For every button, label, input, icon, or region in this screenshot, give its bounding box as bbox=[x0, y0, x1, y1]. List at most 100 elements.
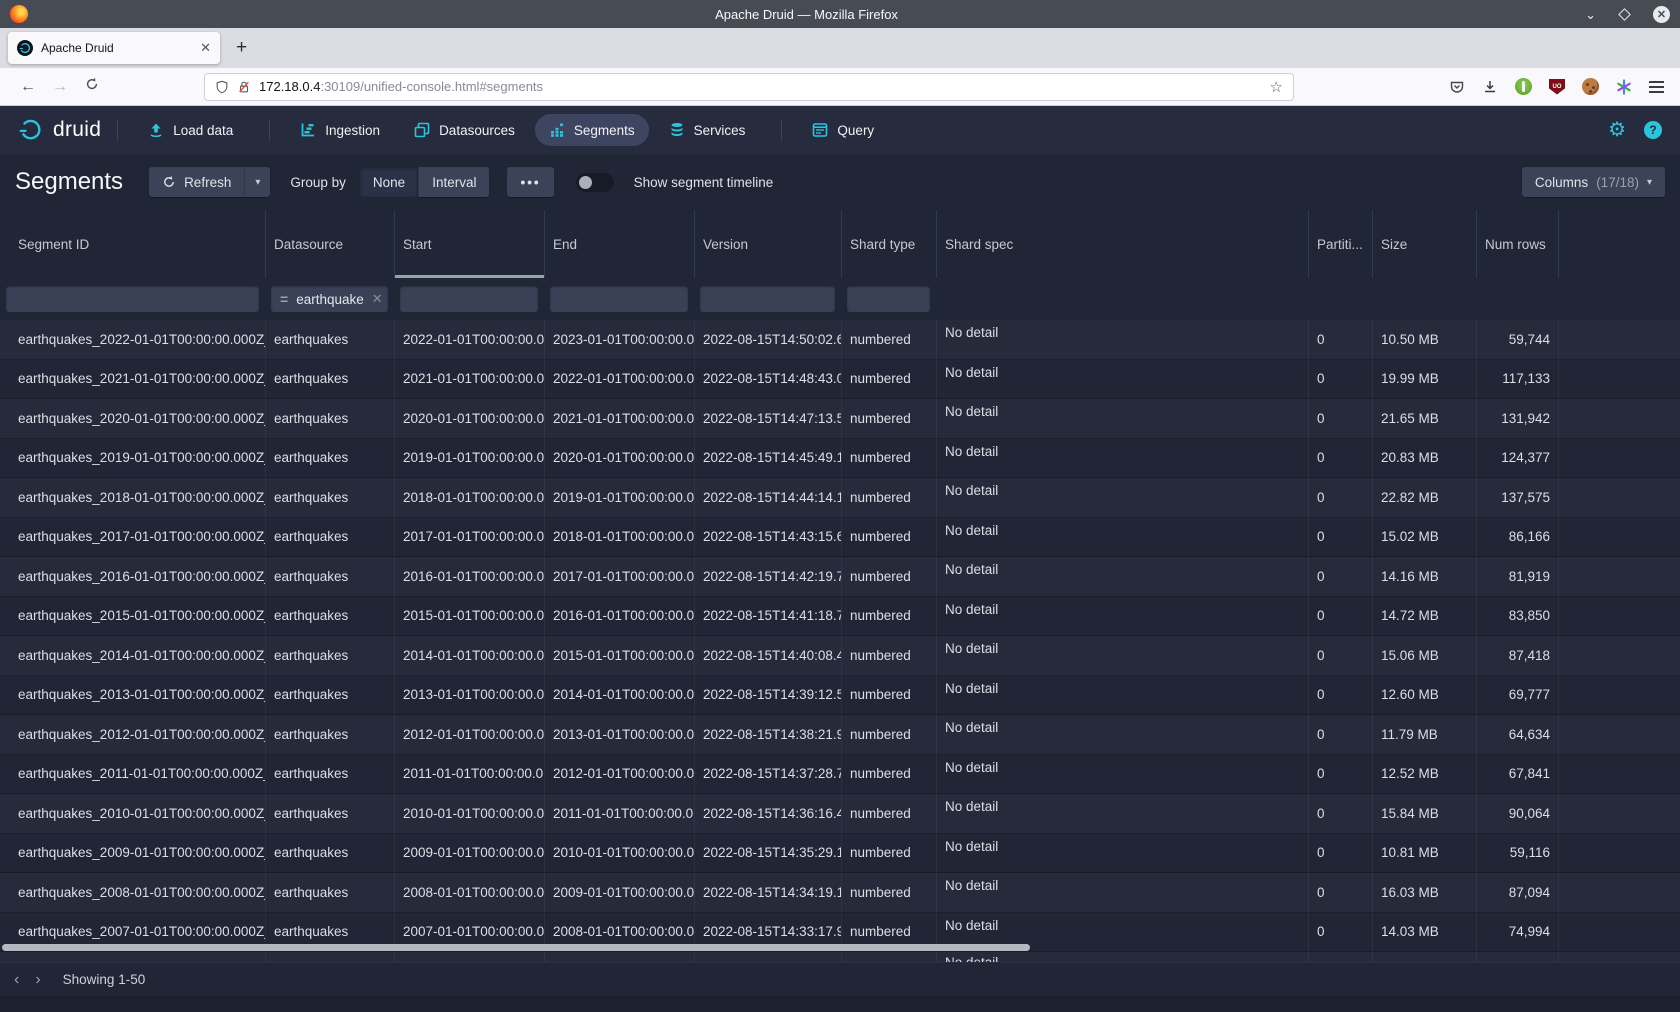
cell-shard-type: numbered bbox=[841, 636, 936, 675]
help-icon[interactable]: ? bbox=[1644, 121, 1662, 139]
column-header-size[interactable]: Size bbox=[1372, 210, 1476, 278]
toggle-knob bbox=[579, 176, 592, 189]
cell-size bbox=[1372, 952, 1476, 962]
pocket-icon[interactable] bbox=[1449, 79, 1465, 95]
cell-shard-spec: No detail bbox=[936, 518, 1308, 557]
settings-gear-icon[interactable]: ⚙ bbox=[1608, 120, 1626, 140]
nav-item-load-data[interactable]: Load data bbox=[134, 114, 247, 146]
column-header-datasource[interactable]: Datasource bbox=[265, 210, 394, 278]
column-header-end[interactable]: End bbox=[544, 210, 694, 278]
group-by-label: Group by bbox=[290, 175, 346, 190]
back-button[interactable]: ← bbox=[12, 78, 44, 96]
table-row[interactable]: earthquakes_2015-01-01T00:00:00.000Z_2..… bbox=[0, 597, 1680, 637]
cell-segment-id: earthquakes_2014-01-01T00:00:00.000Z_2..… bbox=[0, 636, 265, 675]
window-maximize-icon[interactable] bbox=[1618, 8, 1631, 21]
cell-end bbox=[544, 952, 694, 962]
nav-item-segments[interactable]: Segments bbox=[535, 114, 649, 146]
cell-shard-type: numbered bbox=[841, 755, 936, 794]
downloads-icon[interactable] bbox=[1482, 79, 1498, 95]
table-row[interactable]: earthquakes_2013-01-01T00:00:00.000Z_2..… bbox=[0, 676, 1680, 716]
column-header-segment-id[interactable]: Segment ID bbox=[0, 210, 265, 278]
remove-filter-icon[interactable]: ✕ bbox=[372, 291, 383, 307]
table-row[interactable]: earthquakes_2017-01-01T00:00:00.000Z_2..… bbox=[0, 518, 1680, 558]
column-header-start[interactable]: Start bbox=[394, 210, 544, 278]
window-minimize-icon[interactable]: ⌄ bbox=[1585, 8, 1596, 21]
window-bottom-strip bbox=[0, 996, 1680, 1012]
datasource-filter-tag[interactable]: = earthquake ✕ bbox=[271, 286, 388, 312]
group-by-none-button[interactable]: None bbox=[360, 167, 418, 197]
cell-shard-spec: No detail bbox=[936, 794, 1308, 833]
table-body: earthquakes_2022-01-01T00:00:00.000Z_2..… bbox=[0, 320, 1680, 952]
nav-item-query[interactable]: Query bbox=[798, 114, 888, 146]
nav-item-ingestion[interactable]: Ingestion bbox=[286, 114, 394, 146]
table-row[interactable]: earthquakes_2009-01-01T00:00:00.000Z_2..… bbox=[0, 834, 1680, 874]
colorful-extension-icon[interactable] bbox=[1616, 79, 1632, 95]
table-row[interactable]: earthquakes_2016-01-01T00:00:00.000Z_2..… bbox=[0, 557, 1680, 597]
menu-icon[interactable] bbox=[1649, 81, 1664, 93]
nav-item-datasources[interactable]: Datasources bbox=[400, 114, 529, 146]
cell-shard-type: numbered bbox=[841, 518, 936, 557]
refresh-dropdown-button[interactable]: ▾ bbox=[244, 167, 270, 197]
column-header-version[interactable]: Version bbox=[694, 210, 841, 278]
refresh-button[interactable]: Refresh bbox=[149, 167, 244, 197]
table-row[interactable]: earthquakes_2022-01-01T00:00:00.000Z_2..… bbox=[0, 320, 1680, 360]
table-row[interactable]: earthquakes_2008-01-01T00:00:00.000Z_2..… bbox=[0, 873, 1680, 913]
tracking-shield-icon[interactable] bbox=[215, 80, 229, 94]
url-bar[interactable]: 172.18.0.4:30109/unified-console.html#se… bbox=[204, 73, 1294, 101]
reload-button[interactable] bbox=[76, 77, 108, 96]
cell-shard-type: numbered bbox=[841, 557, 936, 596]
table-row[interactable]: earthquakes_2020-01-01T00:00:00.000Z_2..… bbox=[0, 399, 1680, 439]
group-by-interval-button[interactable]: Interval bbox=[418, 167, 489, 197]
cell-datasource: earthquakes bbox=[265, 478, 394, 517]
druid-brand[interactable]: druid bbox=[18, 117, 101, 143]
cell-version: 2022-08-15T14:42:19.7... bbox=[694, 557, 841, 596]
new-tab-button[interactable]: + bbox=[230, 37, 253, 59]
cell-partition: 0 bbox=[1308, 913, 1372, 952]
more-options-button[interactable]: ••• bbox=[507, 167, 553, 197]
segment-id-filter-input[interactable] bbox=[6, 286, 259, 312]
table-row[interactable]: earthquakes_2021-01-01T00:00:00.000Z_2..… bbox=[0, 360, 1680, 400]
table-row[interactable]: earthquakes_2019-01-01T00:00:00.000Z_2..… bbox=[0, 439, 1680, 479]
table-row[interactable]: earthquakes_2018-01-01T00:00:00.000Z_2..… bbox=[0, 478, 1680, 518]
segment-timeline-toggle[interactable] bbox=[576, 173, 614, 192]
table-row[interactable]: earthquakes_2014-01-01T00:00:00.000Z_2..… bbox=[0, 636, 1680, 676]
insecure-lock-icon[interactable] bbox=[237, 80, 251, 94]
druid-logo-icon bbox=[18, 117, 44, 143]
cell-partition bbox=[1308, 952, 1372, 962]
bookmark-star-icon[interactable]: ☆ bbox=[1270, 78, 1283, 96]
window-close-icon[interactable]: ✕ bbox=[1653, 6, 1670, 23]
column-header-shard-spec[interactable]: Shard spec bbox=[936, 210, 1308, 278]
cell-partition: 0 bbox=[1308, 715, 1372, 754]
green-extension-icon[interactable] bbox=[1515, 78, 1532, 95]
column-header-num-rows[interactable]: Num rows bbox=[1476, 210, 1558, 278]
tab-apache-druid[interactable]: Apache Druid ✕ bbox=[8, 32, 220, 64]
nav-label: Services bbox=[694, 123, 746, 138]
next-page-button[interactable]: › bbox=[35, 972, 40, 988]
cell-start: 2008-01-01T00:00:00.0... bbox=[394, 873, 544, 912]
prev-page-button[interactable]: ‹ bbox=[14, 972, 19, 988]
cell-version: 2022-08-15T14:35:29.1... bbox=[694, 834, 841, 873]
version-filter-input[interactable] bbox=[700, 286, 835, 312]
column-header-shard-type[interactable]: Shard type bbox=[841, 210, 936, 278]
table-row[interactable]: earthquakes_2012-01-01T00:00:00.000Z_2..… bbox=[0, 715, 1680, 755]
cell-start: 2012-01-01T00:00:00.0... bbox=[394, 715, 544, 754]
end-filter-input[interactable] bbox=[550, 286, 688, 312]
tab-close-icon[interactable]: ✕ bbox=[200, 40, 211, 56]
cell-segment-id: earthquakes_2010-01-01T00:00:00.000Z_2..… bbox=[0, 794, 265, 833]
start-filter-input[interactable] bbox=[400, 286, 538, 312]
cell-segment-id: earthquakes_2008-01-01T00:00:00.000Z_2..… bbox=[0, 873, 265, 912]
cell-size: 20.83 MB bbox=[1372, 439, 1476, 478]
cell-num-rows: 90,064 bbox=[1476, 794, 1558, 833]
table-row[interactable]: earthquakes_2010-01-01T00:00:00.000Z_2..… bbox=[0, 794, 1680, 834]
ublock-extension-icon[interactable]: UO bbox=[1549, 79, 1565, 95]
columns-button[interactable]: Columns (17/18) ▾ bbox=[1522, 167, 1665, 197]
horizontal-scrollbar[interactable] bbox=[2, 944, 1030, 951]
nav-item-services[interactable]: Services bbox=[655, 114, 760, 146]
cell-shard-spec: No detail bbox=[936, 834, 1308, 873]
forward-button[interactable]: → bbox=[44, 78, 76, 96]
shard-type-filter-input[interactable] bbox=[847, 286, 930, 312]
cell-filler bbox=[1558, 913, 1680, 952]
column-header-partition[interactable]: Partiti... bbox=[1308, 210, 1372, 278]
table-row[interactable]: earthquakes_2011-01-01T00:00:00.000Z_2..… bbox=[0, 755, 1680, 795]
cookie-extension-icon[interactable] bbox=[1582, 78, 1599, 95]
